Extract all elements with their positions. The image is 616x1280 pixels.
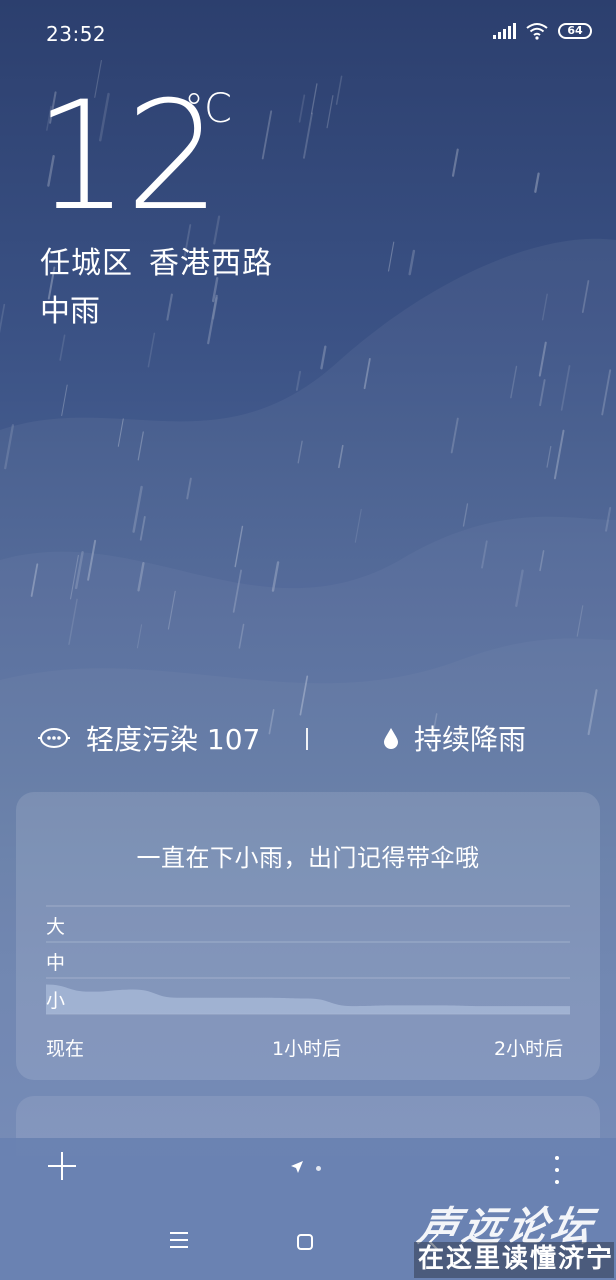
temperature-display: 12 °C bbox=[34, 82, 232, 232]
forum-watermark: 声远论坛 在这里读懂济宁 bbox=[408, 1192, 614, 1278]
wifi-icon bbox=[526, 23, 548, 40]
precipitation-card[interactable]: 一直在下小雨，出门记得带伞哦 大 中 小 现在 1小时后 2小时后 bbox=[16, 792, 600, 1080]
rain-indicator[interactable]: 持续降雨 bbox=[382, 718, 526, 758]
signal-icon bbox=[493, 23, 516, 39]
page-indicator-dot bbox=[316, 1166, 321, 1171]
rain-streak bbox=[303, 112, 313, 159]
y-label-light: 小 bbox=[46, 990, 66, 1012]
temperature-unit: °C bbox=[184, 86, 232, 132]
rain-streak bbox=[0, 303, 6, 334]
aqi-indicator[interactable]: 轻度污染 107 bbox=[38, 718, 260, 758]
rain-streak bbox=[451, 148, 459, 177]
rain-streak bbox=[295, 370, 302, 391]
raindrop-icon bbox=[384, 728, 398, 749]
rain-streak bbox=[261, 110, 273, 160]
info-row: 轻度污染 107 持续降雨 bbox=[0, 718, 616, 762]
status-time: 23:52 bbox=[46, 22, 107, 46]
x-label-2h: 2小时后 bbox=[494, 1038, 564, 1060]
location-arrow-icon[interactable] bbox=[290, 1160, 304, 1174]
rain-streak bbox=[298, 94, 306, 123]
more-vertical-icon[interactable] bbox=[552, 1154, 562, 1186]
plus-icon[interactable] bbox=[44, 1148, 80, 1184]
aqi-label: 轻度污染 107 bbox=[86, 723, 261, 756]
rain-streak bbox=[59, 334, 66, 361]
rain-label: 持续降雨 bbox=[414, 723, 527, 756]
rain-streak bbox=[534, 172, 540, 193]
menu-icon[interactable] bbox=[170, 1232, 188, 1248]
rain-streak bbox=[408, 249, 416, 276]
rain-streak bbox=[61, 384, 68, 417]
battery-icon: 64 bbox=[558, 23, 592, 39]
status-icons: 64 bbox=[493, 22, 592, 40]
y-label-moderate: 中 bbox=[46, 952, 66, 974]
street-name: 香港西路 bbox=[149, 246, 273, 281]
x-label-now: 现在 bbox=[46, 1038, 85, 1060]
info-divider bbox=[306, 728, 308, 750]
y-label-heavy: 大 bbox=[46, 916, 66, 938]
rain-streak bbox=[166, 293, 173, 321]
rain-streak bbox=[387, 241, 395, 272]
rain-streak bbox=[147, 332, 156, 368]
rain-streak bbox=[320, 345, 327, 370]
weather-condition: 中雨 bbox=[40, 294, 100, 329]
rain-streak bbox=[207, 294, 218, 345]
rain-streak bbox=[326, 95, 334, 129]
rain-streak bbox=[335, 75, 343, 105]
precipitation-area bbox=[46, 984, 570, 1014]
location-label[interactable]: 任城区 香港西路 bbox=[40, 238, 273, 282]
status-bar: 23:52 64 bbox=[0, 0, 616, 68]
district-name: 任城区 bbox=[40, 246, 133, 281]
watermark-slogan: 在这里读懂济宁 bbox=[414, 1242, 614, 1278]
rain-streak bbox=[310, 83, 318, 115]
x-label-1h: 1小时后 bbox=[272, 1038, 342, 1060]
air-quality-icon bbox=[38, 728, 70, 748]
home-icon[interactable] bbox=[297, 1234, 313, 1250]
